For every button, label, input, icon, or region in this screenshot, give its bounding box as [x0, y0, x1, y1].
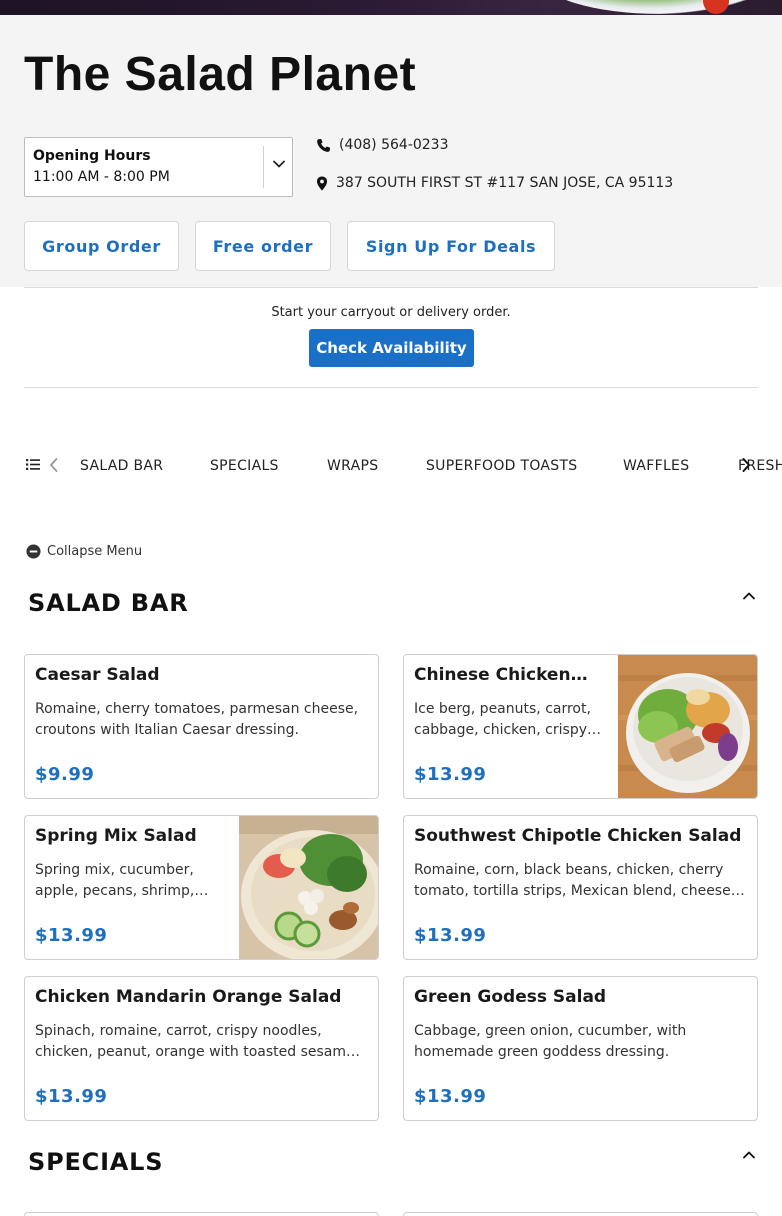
menu-item-name: Spring Mix Salad	[35, 826, 197, 846]
divider	[24, 287, 758, 288]
menu-item-description: Spring mix, cucumber, apple, pecans, shr…	[35, 862, 209, 899]
section-title-salad-bar: SALAD BAR	[28, 589, 189, 617]
location-pin-icon	[316, 175, 328, 191]
menu-item-card[interactable]	[24, 1212, 379, 1216]
menu-item-price: $13.99	[35, 1086, 108, 1107]
address-link[interactable]: 387 SOUTH FIRST ST #117 SAN JOSE, CA 951…	[316, 175, 673, 191]
address-text[interactable]: 387 SOUTH FIRST ST #117 SAN JOSE, CA 951…	[336, 175, 673, 191]
menu-item-description: Romaine, cherry tomatoes, parmesan chees…	[35, 701, 359, 738]
free-order-button[interactable]: Free order	[195, 221, 331, 271]
menu-item-name: Chinese Chicken…	[414, 665, 588, 685]
menu-item-card[interactable]: Caesar Salad Romaine, cherry tomatoes, p…	[24, 654, 379, 799]
sign-up-deals-button[interactable]: Sign Up For Deals	[347, 221, 555, 271]
opening-hours-dropdown[interactable]: Opening Hours 11:00 AM - 8:00 PM	[24, 137, 293, 197]
divider	[24, 387, 758, 388]
category-tab-waffles[interactable]: WAFFLES	[623, 458, 689, 474]
menu-item-card[interactable]: Green Godess Salad Cabbage, green onion,…	[403, 976, 758, 1121]
chevron-left-icon[interactable]	[48, 457, 60, 473]
spring-mix-salad-image	[239, 816, 378, 959]
phone-link[interactable]: (408) 564-0233	[316, 137, 449, 153]
chevron-down-icon[interactable]	[271, 156, 287, 172]
menu-item-card[interactable]: Chicken Mandarin Orange Salad Spinach, r…	[24, 976, 379, 1121]
collapse-menu-label: Collapse Menu	[47, 544, 143, 559]
check-availability-button[interactable]: Check Availability	[309, 329, 474, 367]
collapse-menu-button[interactable]: Collapse Menu	[26, 544, 142, 559]
hero-banner-image	[0, 0, 782, 15]
opening-hours-value: 11:00 AM - 8:00 PM	[33, 169, 170, 185]
minus-circle-icon	[26, 544, 41, 559]
menu-item-name: Green Godess Salad	[414, 987, 607, 1007]
menu-item-description: Ice berg, peanuts, carrot, cabbage, chic…	[414, 701, 601, 738]
menu-item-price: $9.99	[35, 764, 95, 785]
menu-item-price: $13.99	[35, 925, 108, 946]
menu-item-price: $13.99	[414, 925, 487, 946]
restaurant-header: The Salad Planet Opening Hours 11:00 AM …	[0, 15, 782, 287]
menu-item-name: Caesar Salad	[35, 665, 160, 685]
phone-icon	[317, 138, 331, 152]
restaurant-name: The Salad Planet	[24, 48, 417, 101]
category-tab-specials[interactable]: SPECIALS	[210, 458, 279, 474]
menu-item-price: $13.99	[414, 1086, 487, 1107]
menu-item-description: Romaine, corn, black beans, chicken, che…	[414, 862, 745, 899]
category-tab-superfood-toasts[interactable]: SUPERFOOD TOASTS	[426, 458, 578, 474]
dropdown-divider	[263, 146, 264, 188]
group-order-button[interactable]: Group Order	[24, 221, 179, 271]
list-icon[interactable]	[26, 458, 40, 471]
menu-item-name: Southwest Chipotle Chicken Salad	[414, 826, 742, 846]
chevron-up-icon[interactable]	[741, 1147, 757, 1163]
phone-number[interactable]: (408) 564-0233	[339, 137, 449, 153]
salad-plate-image	[540, 0, 780, 14]
category-nav: SALAD BAR SPECIALS WRAPS SUPERFOOD TOAST…	[0, 448, 782, 484]
chinese-chicken-salad-image	[618, 655, 757, 798]
menu-item-name: Chicken Mandarin Orange Salad	[35, 987, 342, 1007]
category-tab-salad-bar[interactable]: SALAD BAR	[80, 458, 163, 474]
order-prompt: Start your carryout or delivery order.	[271, 305, 511, 320]
menu-item-description: Cabbage, green onion, cucumber, with hom…	[414, 1023, 687, 1060]
menu-item-card[interactable]: Southwest Chipotle Chicken Salad Romaine…	[403, 815, 758, 960]
menu-item-card[interactable]: Spring Mix Salad Spring mix, cucumber, a…	[24, 815, 379, 960]
menu-item-card[interactable]	[403, 1212, 758, 1216]
menu-item-card[interactable]: Chinese Chicken… Ice berg, peanuts, carr…	[403, 654, 758, 799]
category-tab-wraps[interactable]: WRAPS	[327, 458, 378, 474]
menu-item-price: $13.99	[414, 764, 487, 785]
opening-hours-label: Opening Hours	[33, 148, 151, 164]
menu-item-description: Spinach, romaine, carrot, crispy noodles…	[35, 1023, 361, 1060]
chevron-up-icon[interactable]	[741, 588, 757, 604]
tomato-image	[703, 0, 729, 14]
section-title-specials: SPECIALS	[28, 1148, 164, 1176]
chevron-right-icon[interactable]	[740, 457, 752, 473]
